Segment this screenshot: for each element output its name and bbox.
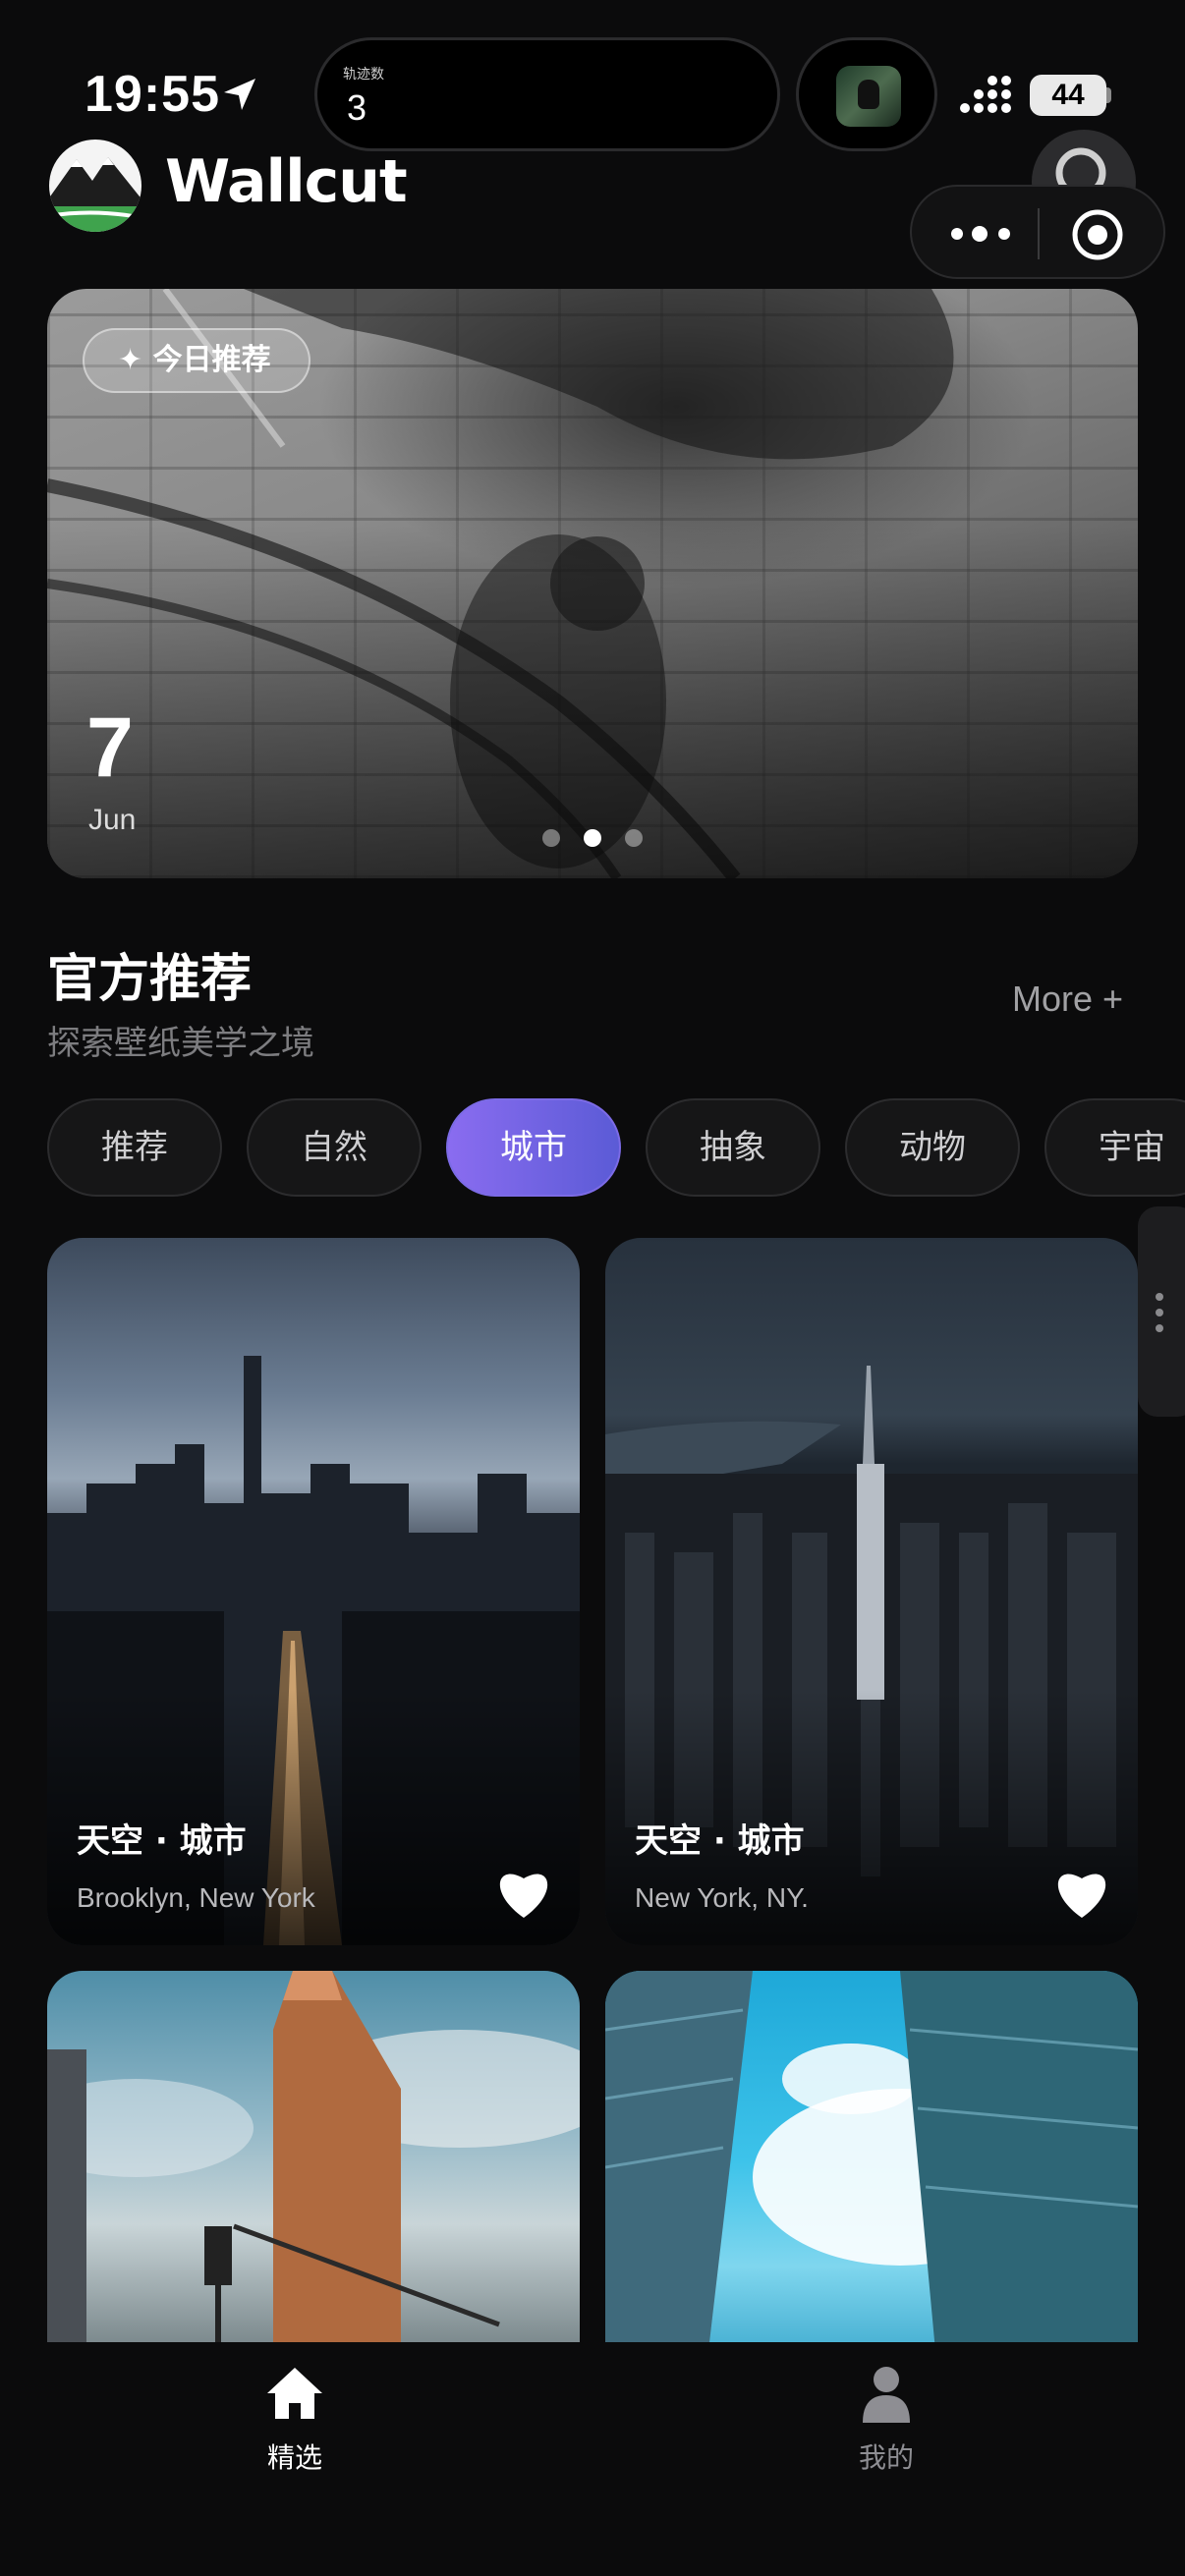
now-playing-thumbnail	[836, 66, 901, 127]
island-value: 3	[347, 87, 367, 128]
battery-tip	[1106, 87, 1111, 103]
category-chip-nature[interactable]: 自然	[247, 1098, 422, 1197]
wallpaper-location: New York, NY.	[635, 1882, 809, 1913]
category-chip-space[interactable]: 宇宙	[1044, 1098, 1185, 1197]
daily-pick-badge: ✦ 今日推荐	[83, 328, 310, 393]
wallpaper-image-glass-towers	[605, 1971, 1138, 2393]
hero-date-month: Jun	[88, 804, 137, 836]
island-label: 轨迹数	[343, 67, 384, 83]
cellular-signal-icon	[960, 76, 1011, 113]
floating-side-handle[interactable]	[1138, 1206, 1185, 1417]
close-miniapp-icon[interactable]	[1071, 208, 1124, 261]
tab-label-featured: 精选	[266, 2441, 322, 2474]
dynamic-island[interactable]: 轨迹数 3	[314, 37, 780, 151]
section-title: 官方推荐	[47, 950, 253, 1009]
wallpaper-image-flatiron	[47, 1971, 580, 2393]
wallpaper-location: Brooklyn, New York	[77, 1882, 315, 1913]
app-title: Wallcut	[165, 147, 408, 216]
wallpaper-title: 天空 · 城市	[77, 1821, 247, 1861]
carousel-indicator[interactable]	[542, 829, 643, 847]
category-chip-city[interactable]: 城市	[446, 1098, 621, 1197]
category-tabs: 推荐 自然 城市 抽象 动物 宇宙	[47, 1098, 1185, 1197]
tab-mine[interactable]: 我的	[788, 2364, 985, 2476]
favorite-heart-icon[interactable]	[495, 1867, 552, 1920]
category-chip-recommended[interactable]: 推荐	[47, 1098, 222, 1197]
category-chip-abstract[interactable]: 抽象	[646, 1098, 820, 1197]
wallpaper-title: 天空 · 城市	[635, 1821, 805, 1861]
section-subtitle: 探索壁纸美学之境	[47, 1024, 314, 1063]
tab-label-mine: 我的	[858, 2441, 914, 2474]
wallpaper-card[interactable]: 天空 · 城市 New York, NY.	[605, 1238, 1138, 1945]
user-icon	[863, 2367, 910, 2423]
category-chip-animals[interactable]: 动物	[845, 1098, 1020, 1197]
carousel-dot-active[interactable]	[584, 829, 601, 847]
capsule-divider	[1038, 208, 1040, 259]
status-time: 19:55	[85, 66, 220, 123]
home-icon	[267, 2368, 322, 2419]
daily-pick-banner[interactable]: ✦ 今日推荐 7 Jun	[47, 289, 1138, 878]
hero-date-day: 7	[86, 700, 134, 795]
bottom-tab-bar: 精选 我的	[0, 2342, 1185, 2576]
location-arrow-icon	[224, 79, 255, 110]
wallpaper-card[interactable]: 天空 · 城市 Brooklyn, New York	[47, 1238, 580, 1945]
tab-featured[interactable]: 精选	[197, 2364, 393, 2476]
wallpaper-card[interactable]	[605, 1971, 1138, 2393]
wallpaper-card[interactable]	[47, 1971, 580, 2393]
more-options-icon[interactable]	[947, 220, 1016, 248]
favorite-heart-icon[interactable]	[1053, 1867, 1110, 1920]
now-playing-pill[interactable]	[796, 37, 937, 151]
carousel-dot[interactable]	[625, 829, 643, 847]
battery-level: 44	[1030, 75, 1106, 116]
more-link[interactable]: More +	[1012, 979, 1123, 1020]
carousel-dot[interactable]	[542, 829, 560, 847]
app-logo-icon	[49, 140, 141, 232]
miniapp-capsule	[910, 185, 1165, 279]
